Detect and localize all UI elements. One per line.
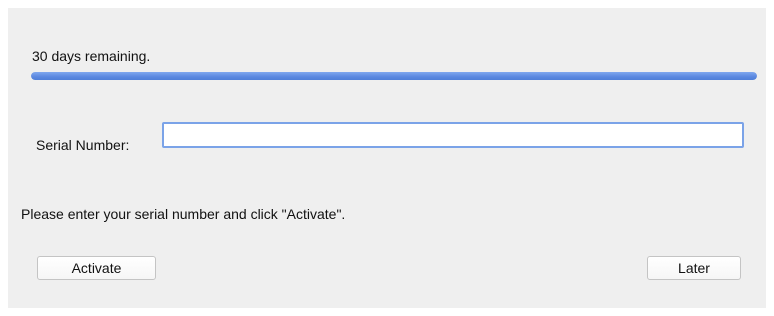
activation-panel: 30 days remaining. Serial Number: Please… [8,8,766,308]
later-button[interactable]: Later [647,256,741,280]
days-remaining-text: 30 days remaining. [32,48,151,64]
activate-button[interactable]: Activate [37,256,156,280]
instruction-text: Please enter your serial number and clic… [21,206,346,222]
serial-number-input[interactable] [162,122,744,148]
trial-progress-fill [31,72,757,80]
serial-number-label: Serial Number: [36,137,130,153]
trial-progress-bar [31,72,757,80]
